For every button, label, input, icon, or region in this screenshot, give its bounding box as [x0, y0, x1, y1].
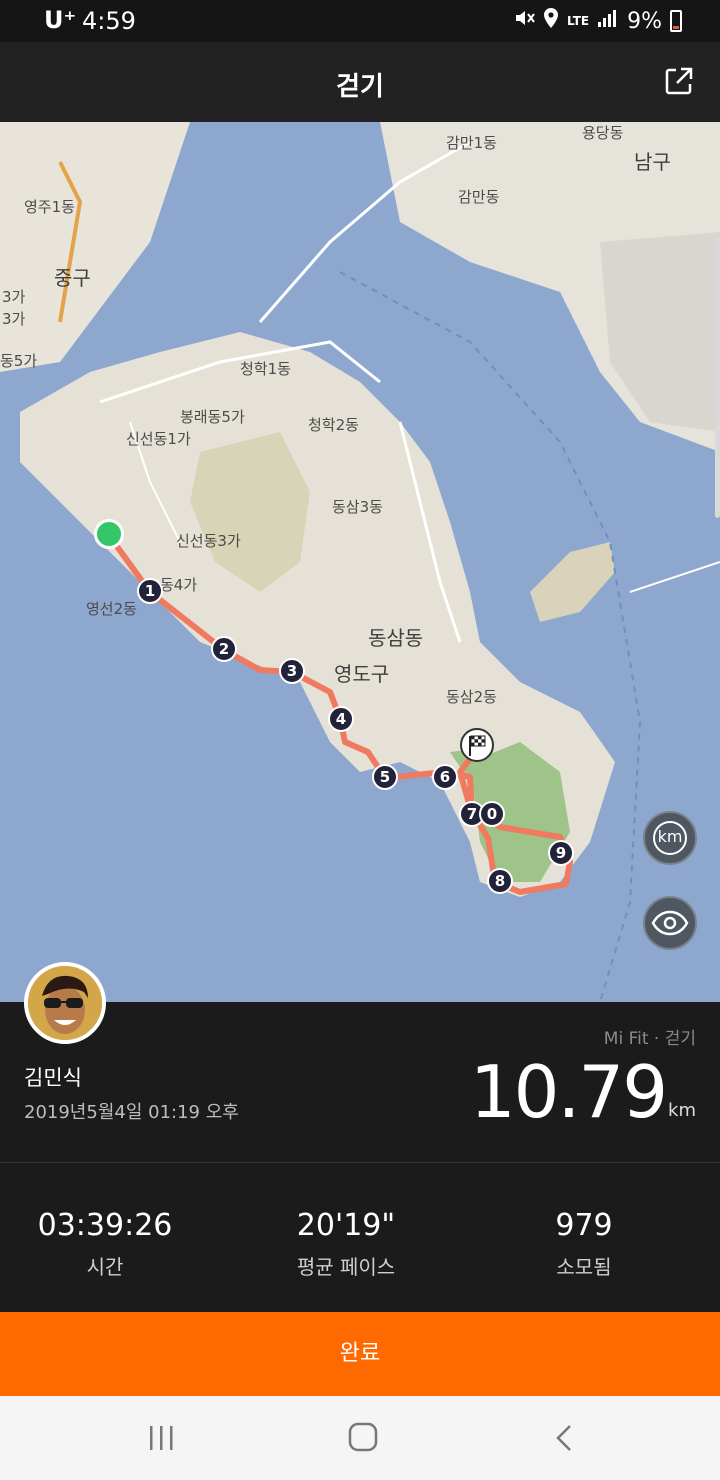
stat-value: 979 — [555, 1208, 613, 1243]
stat-label: 시간 — [86, 1255, 124, 1279]
km-marker: 8 — [487, 868, 513, 894]
map-label: 동삼2동 — [446, 688, 497, 706]
km-marker: 9 — [548, 840, 574, 866]
user-name: 김민식 — [24, 1066, 82, 1090]
stat-duration: 03:39:26 시간 — [0, 1208, 215, 1280]
map-label: 신선동3가 — [176, 532, 241, 550]
map-label: 감만1동 — [446, 134, 497, 152]
map-label: 3가 — [2, 310, 26, 328]
distance-value: 10.79 — [469, 1050, 668, 1134]
map-label: 동5가 — [0, 352, 38, 370]
back-icon[interactable] — [546, 1422, 586, 1454]
map-label: 청학1동 — [240, 360, 291, 378]
done-button[interactable]: 완료 — [0, 1312, 720, 1396]
mute-icon — [513, 8, 535, 34]
app-header: 걷기 — [0, 42, 720, 122]
map-label: 중구 — [54, 266, 91, 290]
map-label: 용당동 — [582, 124, 624, 142]
battery-icon — [670, 10, 682, 32]
km-marker: 3 — [279, 658, 305, 684]
km-marker: 5 — [372, 764, 398, 790]
map-label: 영도구 — [334, 662, 390, 686]
stat-avg-pace: 20'19" 평균 페이스 — [236, 1208, 456, 1280]
stat-label: 평균 페이스 — [296, 1255, 396, 1279]
stat-calories: 979 소모됨 — [474, 1208, 694, 1280]
map-label: 신선동1가 — [126, 430, 191, 448]
map-label: 영주1동 — [24, 198, 75, 216]
avatar — [24, 962, 106, 1044]
system-nav-bar — [0, 1396, 720, 1480]
map-label: 동삼3동 — [332, 498, 383, 516]
scrollbar[interactable] — [715, 238, 720, 518]
stat-label: 소모됨 — [556, 1255, 612, 1279]
finish-flag-icon — [460, 728, 494, 762]
status-icons: LTE 9% — [513, 7, 682, 35]
map-label: 영선2동 — [86, 600, 137, 618]
page-title: 걷기 — [336, 72, 384, 102]
km-marker: 2 — [211, 636, 237, 662]
distance-unit: km — [668, 1100, 696, 1121]
battery-percent: 9% — [627, 8, 662, 34]
route-start-marker — [94, 519, 124, 549]
map-label: 청학2동 — [308, 416, 359, 434]
km-marker: 1 — [137, 578, 163, 604]
km-marker: 0 — [479, 801, 505, 827]
map-label: 3가 — [2, 288, 26, 306]
map-label: 남구 — [634, 150, 671, 174]
source-label: Mi Fit · 걷기 — [603, 1029, 696, 1049]
eye-icon[interactable] — [643, 896, 697, 950]
route-map[interactable]: 영주1동 중구 3가 3가 동5가 감만1동 감만동 용당동 남구 청학1동 봉… — [0, 122, 720, 1002]
map-label: 동4가 — [160, 576, 198, 594]
stat-value: 03:39:26 — [37, 1208, 173, 1243]
stat-value: 20'19" — [296, 1208, 396, 1243]
signal-icon — [597, 8, 619, 34]
lte-label: LTE — [567, 14, 590, 28]
km-toggle-button[interactable]: km — [643, 811, 697, 865]
km-marker: 4 — [328, 706, 354, 732]
km-marker: 6 — [432, 764, 458, 790]
recent-apps-icon[interactable] — [142, 1422, 182, 1454]
carrier-label: U⁺ — [44, 6, 77, 34]
status-time: 4:59 — [82, 7, 136, 35]
status-bar: U⁺ 4:59 LTE 9% — [0, 0, 720, 42]
home-icon[interactable] — [342, 1422, 382, 1454]
location-icon — [543, 7, 559, 35]
map-label: 동삼동 — [368, 626, 424, 650]
map-canvas — [0, 122, 720, 1002]
map-label: 봉래동5가 — [180, 408, 245, 426]
map-label: 감만동 — [458, 188, 500, 206]
activity-date: 2019년5월4일 01:19 오후 — [24, 1102, 239, 1123]
km-button-label: km — [657, 827, 683, 846]
share-icon[interactable] — [664, 66, 694, 96]
